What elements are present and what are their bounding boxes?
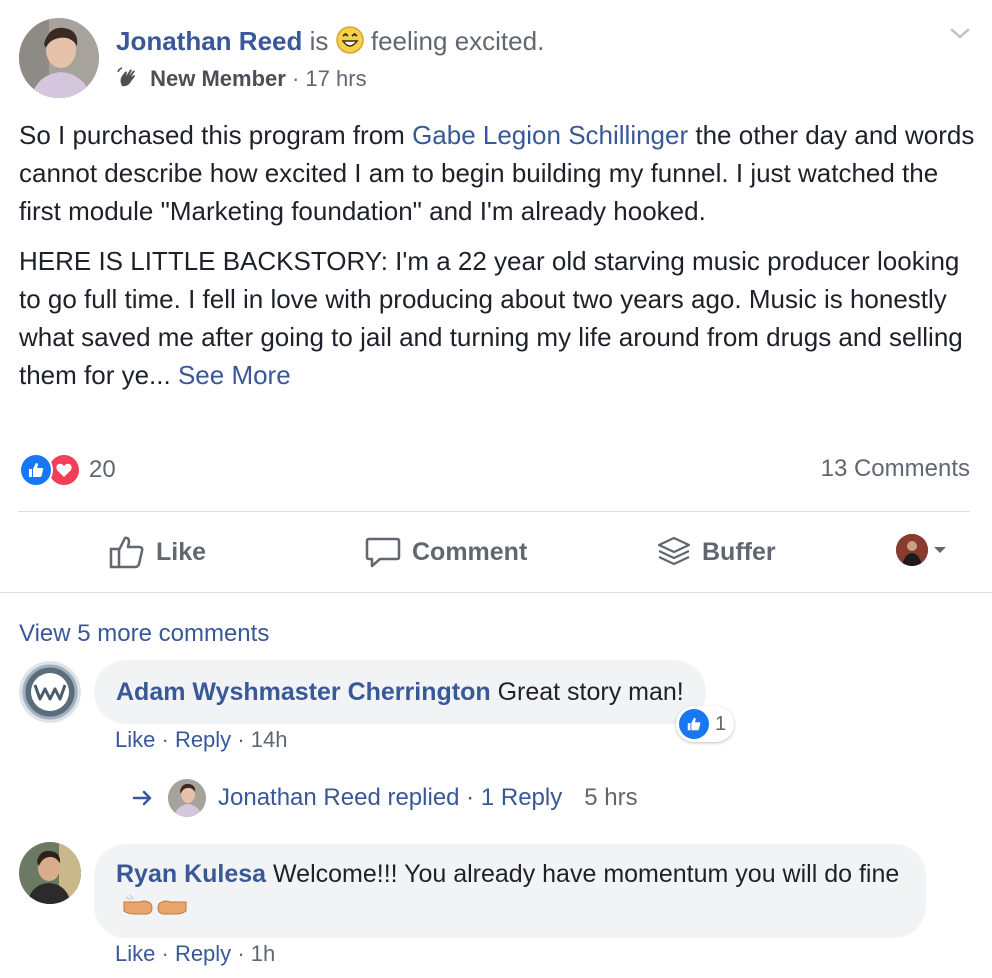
buffer-label: Buffer [702,537,776,566]
commenter-avatar[interactable] [19,842,81,904]
reaction-count: 20 [89,456,116,483]
comment-reaction-badge[interactable]: 1 [676,706,735,742]
commenter-name[interactable]: Adam Wyshmaster Cherrington [116,678,491,706]
grin-emoji-icon [335,26,364,54]
commenter-name[interactable]: Ryan Kulesa [116,860,266,888]
view-more-comments-link[interactable]: View 5 more comments [19,620,269,648]
comment-button[interactable]: Comment [364,532,527,572]
reply-arrow-icon [132,790,152,806]
thumbs-up-icon [109,536,144,569]
buffer-button[interactable]: Buffer [656,532,776,572]
like-button[interactable]: Like [108,532,206,572]
replier-avatar [168,779,206,817]
comment-icon [365,537,401,568]
like-reaction-icon [679,709,709,739]
member-badge[interactable]: New Member [150,66,286,91]
is-text: is [309,26,329,56]
comment-reply-link[interactable]: Reply [175,727,231,752]
reply-count: 1 Reply [480,784,563,811]
comment-reply-link[interactable]: Reply [175,941,231,966]
comments-count-link[interactable]: 13 Comments [821,455,970,483]
divider [18,511,970,512]
wave-icon [117,67,135,87]
comment-bubble: Ryan Kulesa Welcome!!! You already have … [94,844,926,938]
reaction-summary[interactable]: 20 [19,452,116,488]
comment-time[interactable]: 1h [251,941,275,966]
comment-like-link[interactable]: Like [115,727,155,752]
caret-down-icon [934,547,946,553]
divider [0,592,992,593]
comment-label: Comment [412,537,528,566]
commenter-avatar[interactable] [19,661,81,723]
meta-separator: · [291,66,306,91]
feeling-text: feeling excited. [370,26,545,56]
fist-bump-emoji-icon [123,894,187,915]
chevron-down-icon[interactable] [946,22,974,44]
post-body: So I purchased this program from Gabe Le… [19,116,979,406]
comment-actions: Like · Reply · 14h [115,727,288,752]
post-paragraph-1: So I purchased this program from Gabe Le… [19,120,975,226]
comment-text: Welcome!!! You already have momentum you… [273,860,900,888]
see-more-link[interactable]: See More [178,360,291,390]
reply-time: 5 hrs [584,784,638,811]
reply-summary[interactable]: Jonathan Reed replied · 1 Reply 5 hrs [132,778,638,818]
author-avatar[interactable] [19,18,99,98]
buffer-icon [657,536,691,566]
author-line: Jonathan Reed is feeling excited. [116,24,544,58]
page-avatar [896,534,928,566]
post-paragraph-2: HERE IS LITTLE BACKSTORY: I'm a 22 year … [19,246,963,390]
comment-reaction-count: 1 [715,712,727,735]
comment-text: Great story man! [497,678,684,706]
like-label: Like [156,537,207,566]
facebook-post: Jonathan Reed is feeling excited. New Me… [0,0,992,978]
mention-link[interactable]: Gabe Legion Schillinger [412,120,688,150]
post-meta: New Member · 17 hrs [116,64,367,94]
comment-like-link[interactable]: Like [115,941,155,966]
comment-actions: Like · Reply · 1h [115,941,276,966]
author-name[interactable]: Jonathan Reed [116,26,302,56]
comment-time[interactable]: 14h [251,727,288,752]
reply-summary-text: Jonathan Reed replied [218,784,460,811]
like-reaction-icon [19,453,53,487]
post-time[interactable]: 17 hrs [305,66,366,91]
profile-selector[interactable] [896,534,952,566]
comment-bubble: Adam Wyshmaster Cherrington Great story … [94,660,706,724]
